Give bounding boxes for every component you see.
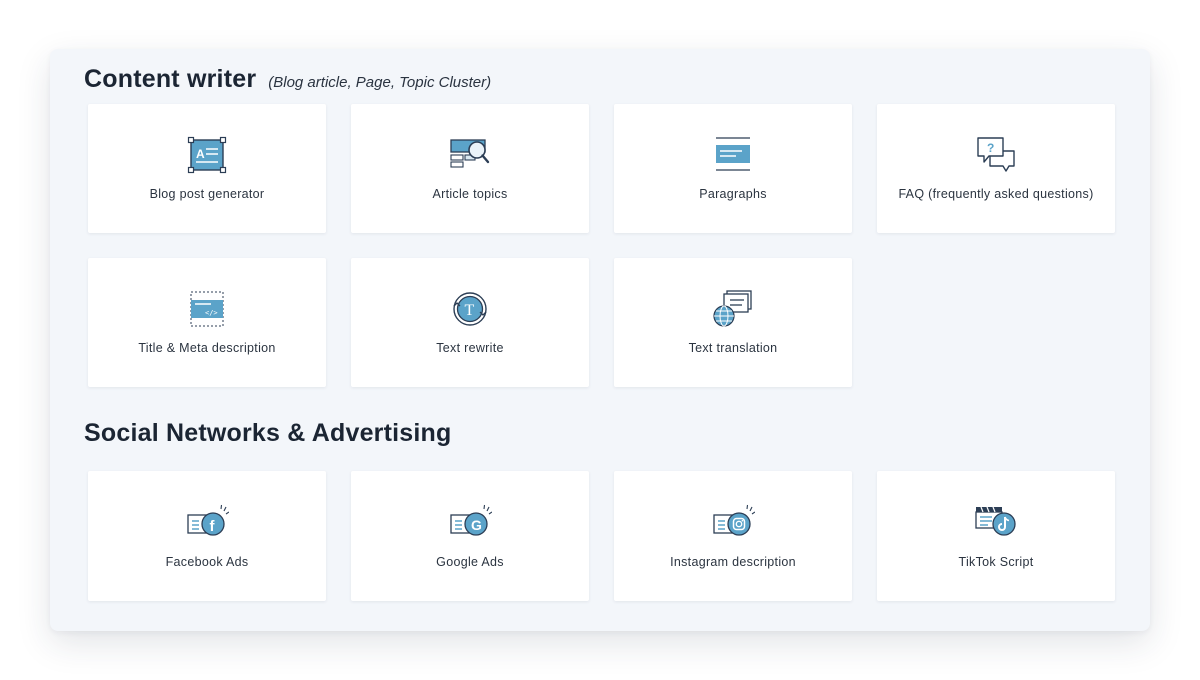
svg-text:A: A <box>196 147 205 161</box>
text-translation-card[interactable]: Text translation <box>614 258 852 387</box>
text-rewrite-card[interactable]: T Text rewrite <box>351 258 589 387</box>
google-icon: G <box>450 504 492 536</box>
section-title: Content writer <box>84 65 257 93</box>
social-networks-header: Social Networks & Advertising <box>84 419 451 448</box>
svg-text:</>: </> <box>205 309 218 317</box>
svg-text:?: ? <box>987 141 994 155</box>
instagram-description-card[interactable]: Instagram description <box>614 471 852 601</box>
faq-card[interactable]: ? FAQ (frequently asked questions) <box>877 104 1115 233</box>
faq-chat-icon: ? <box>977 137 1015 172</box>
section-subtitle: (Blog article, Page, Topic Cluster) <box>268 74 492 91</box>
tiktok-icon <box>975 506 1016 536</box>
social-networks-grid: f Facebook Ads G Google Ads Instagram de… <box>88 471 1115 601</box>
content-writer-header: Content writer (Blog article, Page, Topi… <box>84 65 491 94</box>
paragraph-icon <box>716 137 750 171</box>
tiktok-script-card[interactable]: TikTok Script <box>877 471 1115 601</box>
google-ads-card[interactable]: G Google Ads <box>351 471 589 601</box>
code-tag-icon: </> <box>190 291 224 327</box>
svg-text:G: G <box>471 517 482 533</box>
search-topics-icon <box>450 139 490 168</box>
card-label: Text rewrite <box>436 341 504 355</box>
blog-post-generator-card[interactable]: A Blog post generator <box>88 104 326 233</box>
card-label: FAQ (frequently asked questions) <box>898 187 1094 201</box>
card-label: Blog post generator <box>149 187 265 201</box>
facebook-icon: f <box>187 504 229 536</box>
card-label: Instagram description <box>670 555 796 569</box>
title-meta-card[interactable]: </> Title & Meta description <box>88 258 326 387</box>
section-title: Social Networks & Advertising <box>84 419 452 447</box>
card-label: Paragraphs <box>699 187 767 201</box>
instagram-icon <box>713 504 755 536</box>
tools-panel: Content writer (Blog article, Page, Topi… <box>50 49 1150 631</box>
card-label: Google Ads <box>436 555 504 569</box>
card-label: Text translation <box>688 341 778 355</box>
card-label: Title & Meta description <box>138 341 276 355</box>
card-label: TikTok Script <box>958 555 1034 569</box>
globe-translation-icon <box>713 290 752 327</box>
card-label: Facebook Ads <box>165 555 249 569</box>
text-rewrite-icon: T <box>453 292 487 326</box>
card-label: Article topics <box>432 187 508 201</box>
content-writer-grid: A Blog post generator Article topics Par… <box>88 104 1115 387</box>
paragraphs-card[interactable]: Paragraphs <box>614 104 852 233</box>
article-topics-card[interactable]: Article topics <box>351 104 589 233</box>
document-edit-icon: A <box>187 136 227 174</box>
facebook-ads-card[interactable]: f Facebook Ads <box>88 471 326 601</box>
svg-text:T: T <box>465 302 475 319</box>
